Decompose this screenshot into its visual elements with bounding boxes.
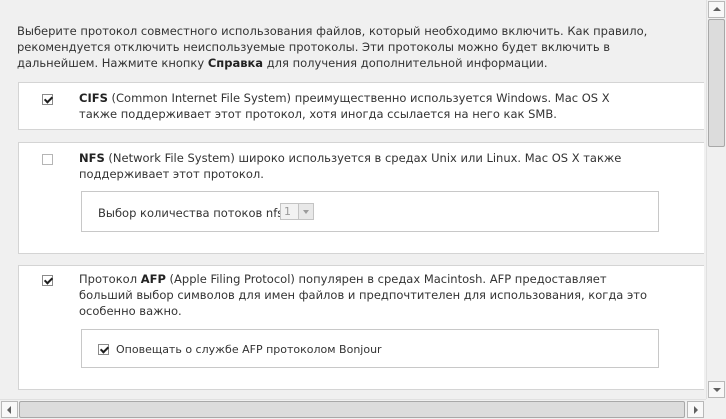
vertical-scrollbar[interactable] bbox=[706, 0, 726, 399]
nfs-checkbox[interactable] bbox=[42, 154, 53, 165]
cifs-checkbox[interactable] bbox=[42, 94, 53, 105]
horizontal-scrollbar[interactable] bbox=[0, 399, 706, 419]
afp-bonjour-box: Оповещать о службе AFP протоколом Bonjou… bbox=[81, 329, 659, 368]
nfs-description: NFS (Network File System) широко использ… bbox=[79, 151, 622, 181]
nfs-threads-label: Выбор количества потоков nfs: bbox=[98, 206, 288, 220]
cifs-name: CIFS bbox=[79, 91, 108, 105]
arrow-up-icon[interactable] bbox=[708, 1, 725, 18]
arrow-right-icon[interactable] bbox=[687, 401, 704, 418]
afp-name: AFP bbox=[140, 272, 166, 286]
arrow-down-icon[interactable] bbox=[708, 381, 725, 398]
nfs-panel: NFS (Network File System) широко использ… bbox=[18, 142, 704, 254]
help-keyword: Справка bbox=[207, 56, 264, 70]
cifs-description: CIFS (Common Internet File System) преим… bbox=[79, 91, 610, 121]
nfs-threads-value: 1 bbox=[284, 205, 291, 218]
vertical-scroll-thumb[interactable] bbox=[708, 19, 725, 147]
bonjour-label: Оповещать о службе AFP протоколом Bonjou… bbox=[116, 343, 382, 356]
afp-checkbox[interactable] bbox=[42, 275, 53, 286]
afp-panel: Протокол AFP (Apple Filing Protocol) поп… bbox=[18, 265, 704, 390]
intro-line-3: дальнейшем. Нажмите кнопку Справка для п… bbox=[17, 56, 548, 70]
nfs-threads-box: Выбор количества потоков nfs: 1 bbox=[81, 191, 659, 232]
cifs-panel: CIFS (Common Internet File System) преим… bbox=[18, 82, 704, 130]
chevron-down-icon bbox=[298, 204, 313, 219]
scrollbar-corner bbox=[706, 399, 726, 419]
intro-line-1: Выберите протокол совместного использова… bbox=[17, 24, 648, 38]
intro-text: Выберите протокол совместного использова… bbox=[17, 23, 697, 71]
bonjour-checkbox[interactable] bbox=[98, 344, 109, 355]
nfs-threads-select[interactable]: 1 bbox=[280, 203, 314, 220]
intro-line-2: рекомендуется отключить неиспользуемые п… bbox=[17, 40, 611, 54]
protocol-settings-viewport: Выберите протокол совместного использова… bbox=[0, 0, 706, 399]
afp-description: Протокол AFP (Apple Filing Protocol) поп… bbox=[79, 272, 648, 318]
arrow-left-icon[interactable] bbox=[1, 401, 18, 418]
horizontal-scroll-thumb[interactable] bbox=[19, 401, 685, 418]
nfs-name: NFS bbox=[79, 151, 105, 165]
